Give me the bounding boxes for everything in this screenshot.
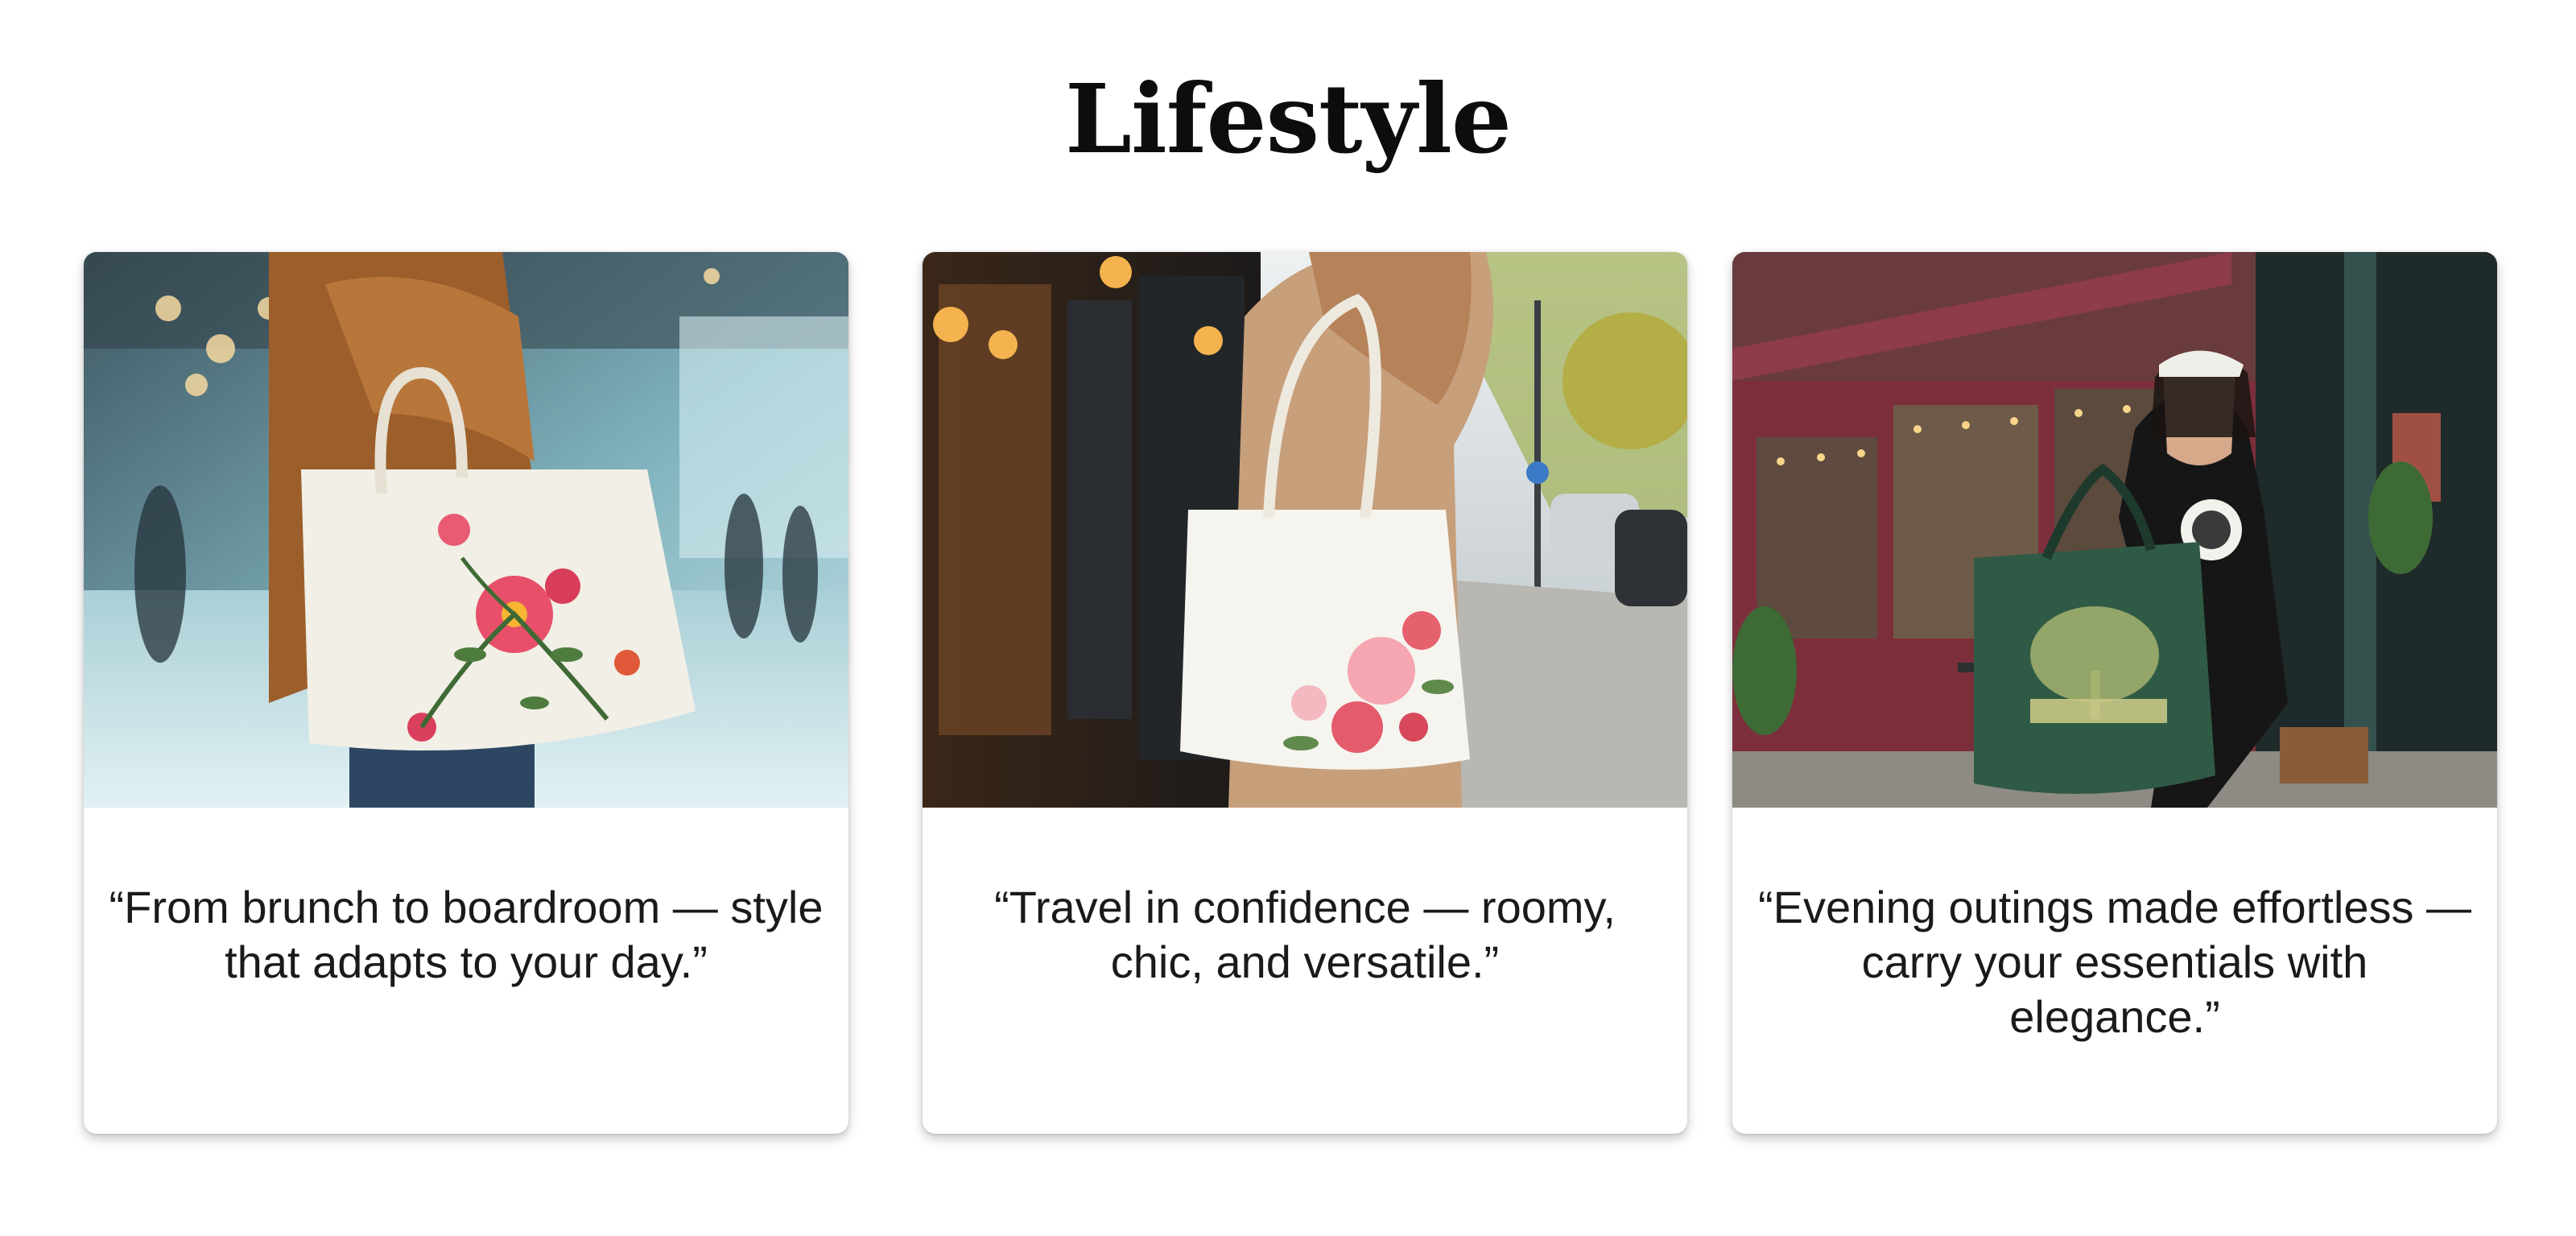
lifestyle-quote: “Travel in confidence — roomy, chic, and… xyxy=(994,882,1616,987)
lifestyle-quote: “From brunch to boardroom — style that a… xyxy=(109,882,824,987)
lifestyle-photo xyxy=(1732,252,2497,808)
lifestyle-quote: “Evening outings made effortless — carry… xyxy=(1757,882,2472,1042)
lifestyle-section: Lifestyle “From brunch to boardroom — st… xyxy=(0,0,2576,1236)
lifestyle-photo xyxy=(923,252,1687,808)
section-title: Lifestyle xyxy=(1064,63,1512,175)
lifestyle-photo xyxy=(84,252,848,808)
lifestyle-card: “Evening outings made effortless — carry… xyxy=(1732,252,2497,1134)
lifestyle-card: “From brunch to boardroom — style that a… xyxy=(84,252,848,1134)
lifestyle-card: “Travel in confidence — roomy, chic, and… xyxy=(923,252,1687,1134)
